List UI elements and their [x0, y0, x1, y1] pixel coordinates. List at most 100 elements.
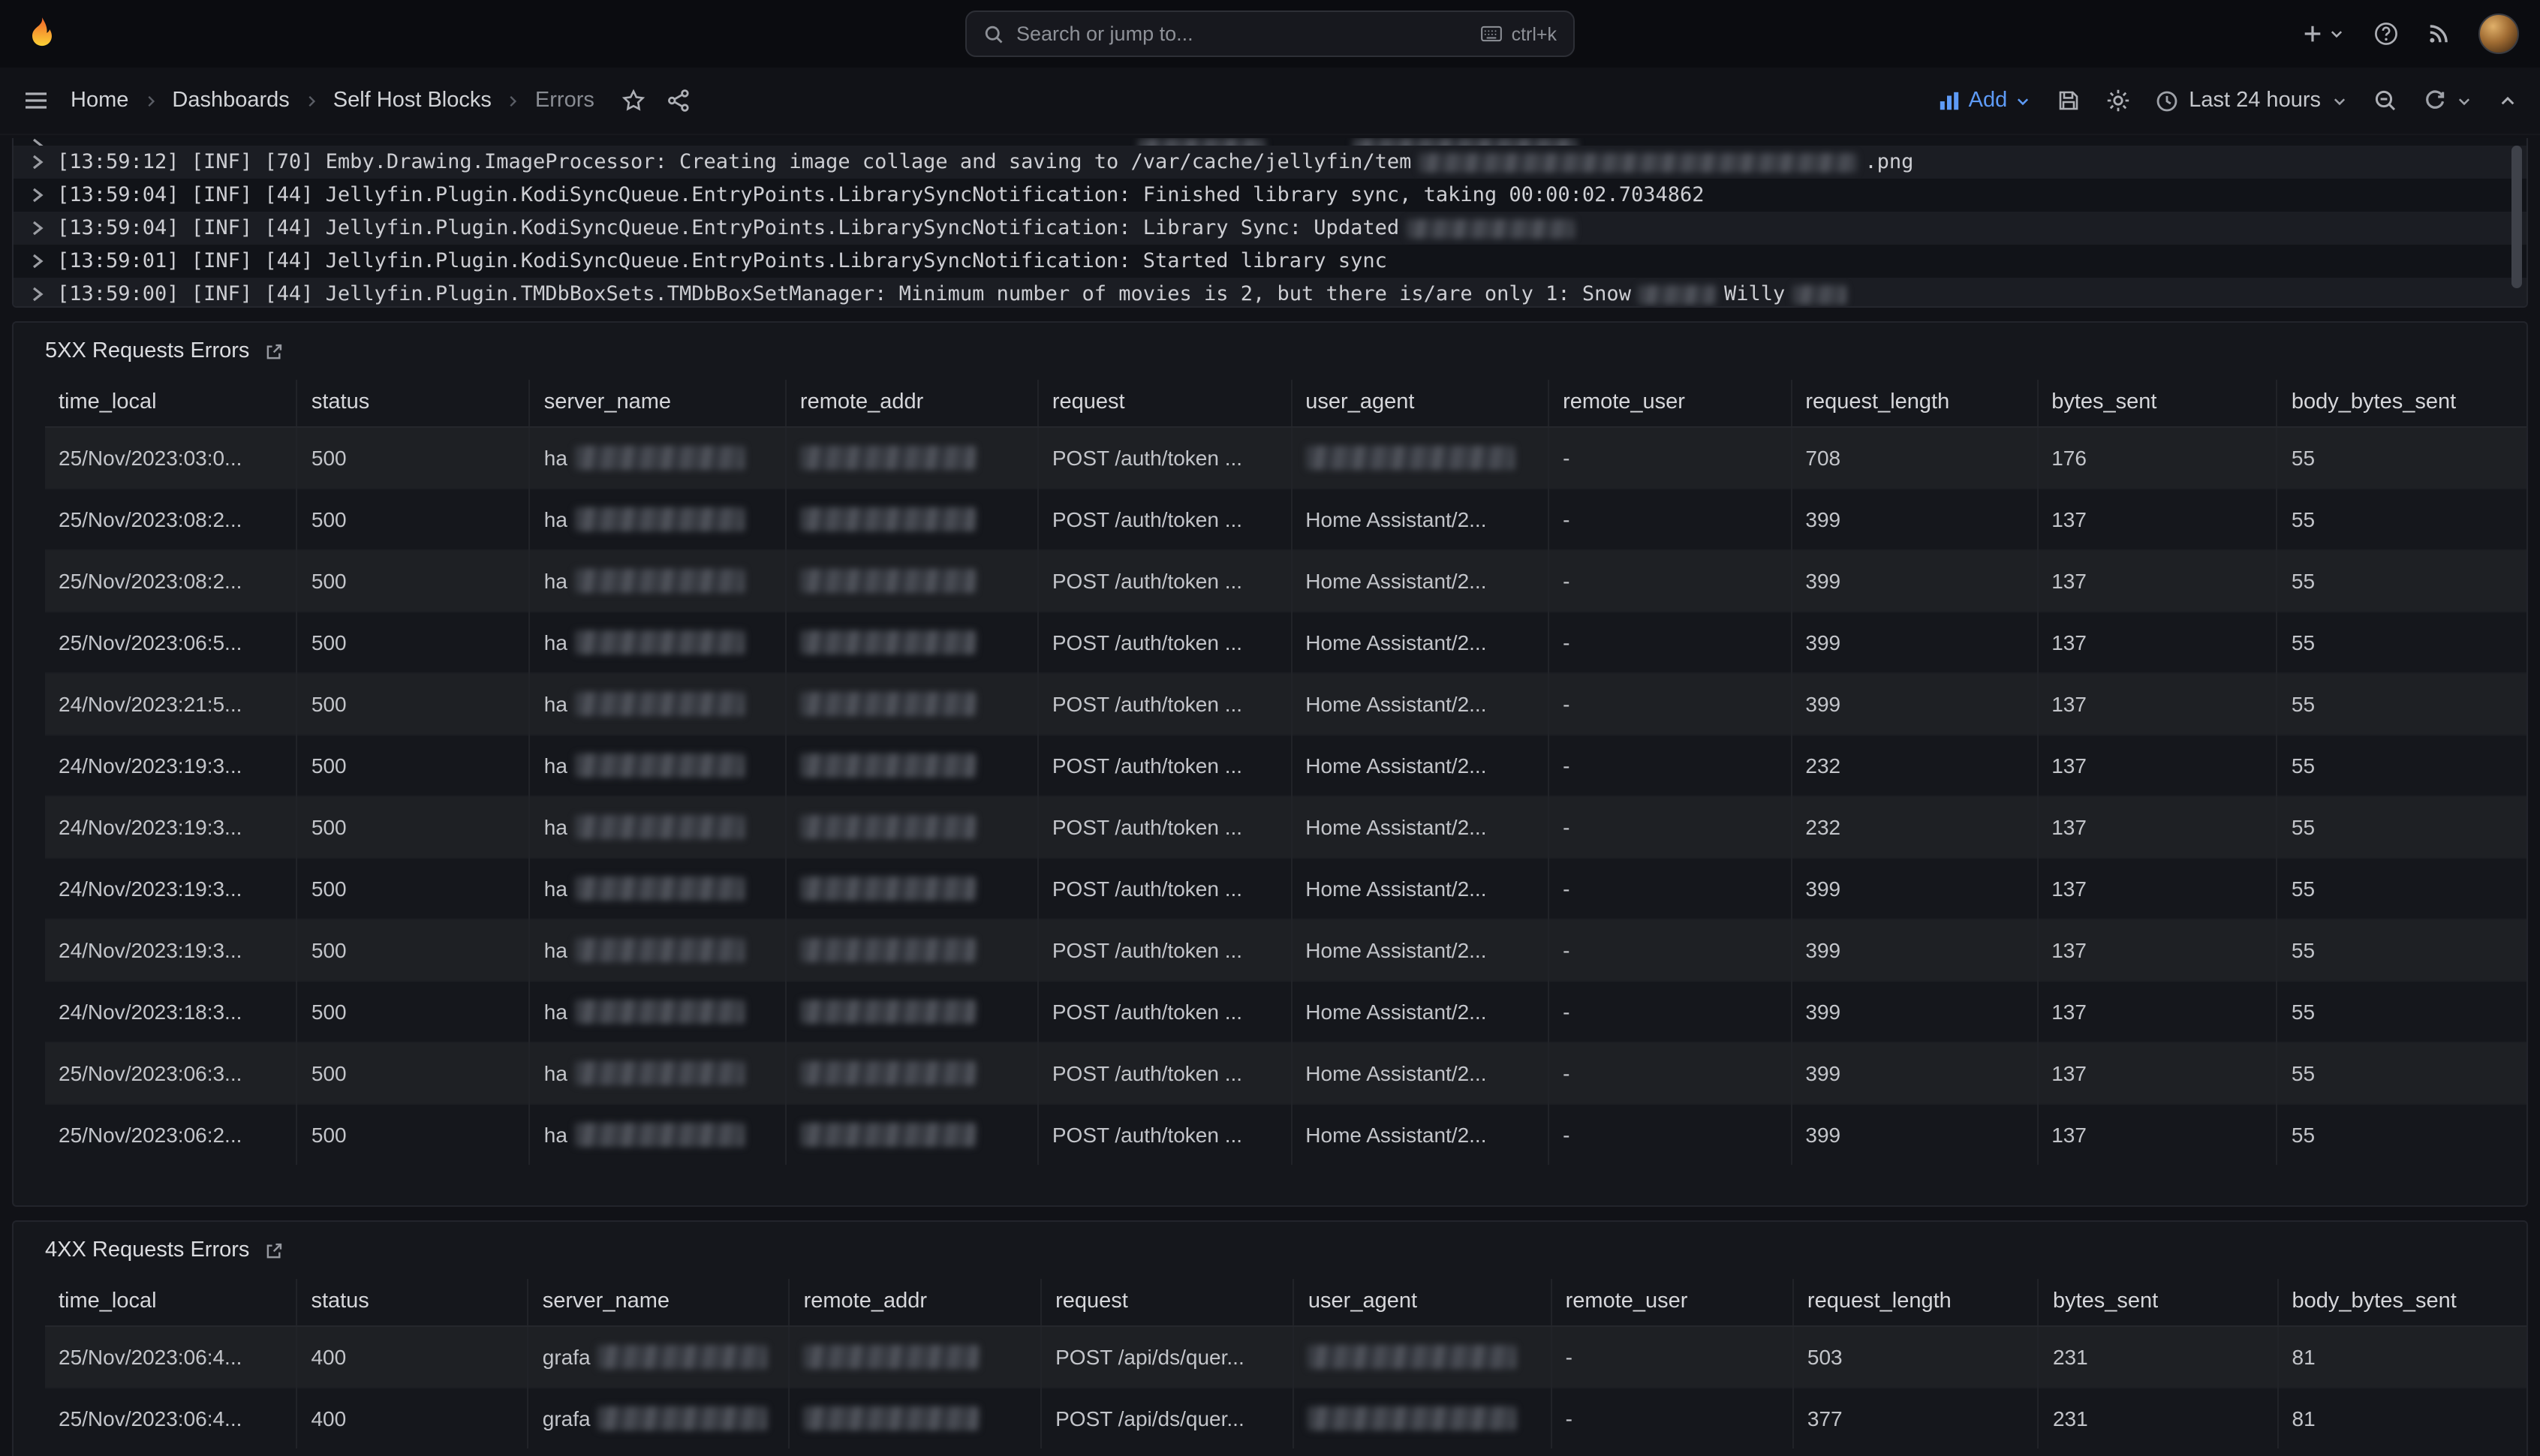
collapse-button[interactable]: [2498, 91, 2517, 110]
new-button[interactable]: [2301, 23, 2345, 45]
column-header-bytes_sent[interactable]: bytes_sent: [2037, 380, 2277, 426]
errors-5xx-table: time_localstatusserver_nameremote_addrre…: [45, 380, 2526, 1165]
news-button[interactable]: [2427, 23, 2450, 45]
cell-remote_user: -: [1551, 1325, 1793, 1387]
external-link-icon[interactable]: [264, 341, 284, 361]
log-row[interactable]: [13:59:04] [INF] [44] Jellyfin.Plugin.Ko…: [14, 212, 2526, 245]
column-header-remote_user[interactable]: remote_user: [1548, 380, 1791, 426]
column-header-user_agent[interactable]: user_agent: [1294, 1279, 1551, 1325]
cell-request_length: 399: [1791, 857, 2037, 919]
table-wrap: time_localstatusserver_nameremote_addrre…: [14, 1276, 2526, 1448]
cell-text: ha: [544, 937, 567, 961]
panel-title[interactable]: 5XX Requests Errors: [45, 339, 249, 363]
cell-text: ha: [544, 814, 567, 838]
column-header-server_name[interactable]: server_name: [530, 380, 786, 426]
panel-title[interactable]: 4XX Requests Errors: [45, 1238, 249, 1262]
cell-request: POST /auth/token ...: [1038, 857, 1291, 919]
search-placeholder: Search or jump to...: [1016, 23, 1468, 45]
column-header-body_bytes_sent[interactable]: body_bytes_sent: [2278, 1279, 2526, 1325]
zoom-out-button[interactable]: [2373, 89, 2397, 113]
column-header-remote_user[interactable]: remote_user: [1551, 1279, 1793, 1325]
expand-chevron-icon[interactable]: [32, 155, 44, 170]
breadcrumb-item-self-host-blocks[interactable]: Self Host Blocks: [333, 89, 492, 113]
user-avatar[interactable]: [2478, 14, 2519, 54]
log-row[interactable]: [13:59:12] [INF] [70] Emby.Drawing.Image…: [14, 146, 2526, 179]
log-row[interactable]: [14, 138, 2526, 146]
cell-body_bytes_sent: 55: [2277, 919, 2526, 980]
cell-server_name: ha: [530, 611, 786, 672]
redacted-text: [575, 814, 745, 838]
cell-server_name: ha: [530, 919, 786, 980]
log-row[interactable]: [13:59:01] [INF] [44] Jellyfin.Plugin.Ko…: [14, 245, 2526, 278]
cell-text: grafa: [543, 1406, 591, 1430]
expand-chevron-icon[interactable]: [32, 221, 44, 236]
cell-text: ha: [544, 1123, 567, 1147]
cell-remote_addr: [786, 672, 1038, 734]
expand-chevron-icon[interactable]: [32, 254, 44, 269]
cell-request_length: 399: [1791, 1103, 2037, 1165]
column-header-remote_addr[interactable]: remote_addr: [790, 1279, 1042, 1325]
cell-status: 500: [297, 857, 530, 919]
panel-5xx-requests-errors: 5XX Requests Errors time_localstatusserv…: [12, 321, 2528, 1207]
column-header-remote_addr[interactable]: remote_addr: [786, 380, 1038, 426]
cell-request_length: 377: [1793, 1387, 2039, 1448]
refresh-interval-caret[interactable]: [2456, 92, 2472, 109]
column-header-request[interactable]: request: [1041, 1279, 1294, 1325]
expand-chevron-icon[interactable]: [32, 188, 44, 203]
column-header-time_local[interactable]: time_local: [45, 1279, 296, 1325]
column-header-user_agent[interactable]: user_agent: [1291, 380, 1548, 426]
column-header-request_length[interactable]: request_length: [1793, 1279, 2039, 1325]
redacted-text: [575, 1060, 745, 1084]
settings-button[interactable]: [2106, 89, 2130, 113]
panel-header: 4XX Requests Errors: [14, 1222, 2526, 1276]
add-button[interactable]: Add: [1939, 89, 2032, 113]
column-header-server_name[interactable]: server_name: [528, 1279, 790, 1325]
cell-body_bytes_sent: 55: [2277, 549, 2526, 611]
redacted-text: [598, 1344, 768, 1368]
grafana-logo[interactable]: [21, 14, 62, 54]
log-row[interactable]: [13:59:00] [INF] [44] Jellyfin.Plugin.TM…: [14, 278, 2526, 308]
column-header-status[interactable]: status: [297, 380, 530, 426]
column-header-bytes_sent[interactable]: bytes_sent: [2039, 1279, 2278, 1325]
cell-time_local: 24/Nov/2023:21:5...: [45, 672, 297, 734]
help-button[interactable]: [2373, 21, 2399, 47]
time-picker[interactable]: Last 24 hours: [2156, 89, 2348, 113]
column-header-time_local[interactable]: time_local: [45, 380, 297, 426]
refresh-button[interactable]: [2423, 89, 2472, 113]
save-button[interactable]: [2057, 89, 2081, 113]
log-scrollbar[interactable]: [2511, 146, 2522, 288]
redacted-text: [800, 691, 976, 715]
panel-header: 5XX Requests Errors: [14, 323, 2526, 377]
breadcrumb-item-home[interactable]: Home: [71, 89, 128, 113]
cell-time_local: 25/Nov/2023:08:2...: [45, 549, 297, 611]
cell-status: 500: [297, 549, 530, 611]
cell-server_name: ha: [530, 1042, 786, 1103]
menu-toggle[interactable]: [23, 87, 50, 114]
star-button[interactable]: [621, 89, 646, 113]
share-button[interactable]: [667, 89, 691, 113]
column-header-status[interactable]: status: [296, 1279, 528, 1325]
search-input[interactable]: Search or jump to... ctrl+k: [965, 11, 1575, 57]
add-label: Add: [1969, 89, 2008, 113]
redacted-text: [575, 445, 745, 469]
external-link-icon[interactable]: [264, 1241, 284, 1260]
cell-status: 500: [297, 734, 530, 796]
save-icon: [2057, 89, 2081, 113]
cell-status: 500: [297, 1042, 530, 1103]
column-header-body_bytes_sent[interactable]: body_bytes_sent: [2277, 380, 2526, 426]
column-header-request[interactable]: request: [1038, 380, 1291, 426]
cell-remote_addr: [786, 734, 1038, 796]
plus-icon: [2301, 23, 2324, 45]
cell-user_agent: Home Assistant/2...: [1291, 1103, 1548, 1165]
column-header-request_length[interactable]: request_length: [1791, 380, 2037, 426]
cell-remote_user: -: [1548, 734, 1791, 796]
cell-text: grafa: [543, 1344, 591, 1368]
cell-remote_addr: [786, 611, 1038, 672]
cell-user_agent: Home Assistant/2...: [1291, 1042, 1548, 1103]
expand-chevron-icon[interactable]: [32, 138, 44, 146]
table-row: 24/Nov/2023:19:3...500haPOST /auth/token…: [45, 919, 2526, 980]
log-row[interactable]: [13:59:04] [INF] [44] Jellyfin.Plugin.Ko…: [14, 179, 2526, 212]
table-row: 25/Nov/2023:06:3...500haPOST /auth/token…: [45, 1042, 2526, 1103]
breadcrumb-item-dashboards[interactable]: Dashboards: [172, 89, 289, 113]
expand-chevron-icon[interactable]: [32, 287, 44, 302]
